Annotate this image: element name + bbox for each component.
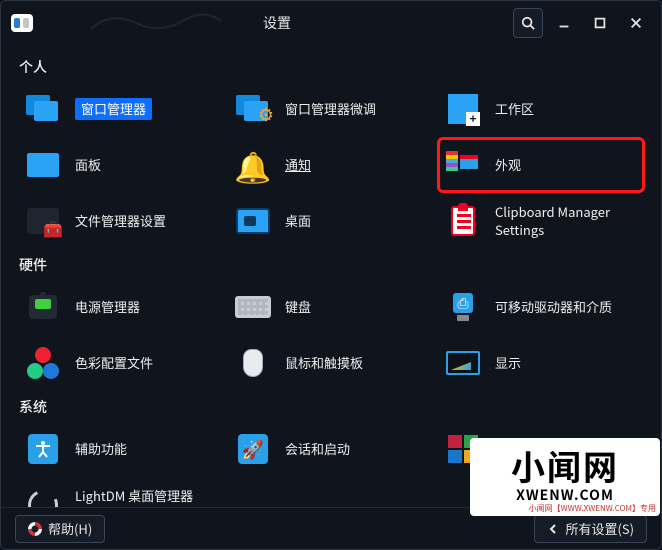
item-label: 窗口管理器 bbox=[75, 98, 152, 120]
item-label: 辅助功能 bbox=[75, 440, 127, 458]
app-icon bbox=[11, 14, 33, 32]
close-icon bbox=[629, 16, 643, 30]
watermark-tiny: 小闻网【WWW.XWENW.COM】专用 bbox=[529, 503, 656, 514]
clipboard-icon bbox=[443, 201, 483, 241]
section-hardware: 硬件 bbox=[19, 255, 643, 275]
desktop-icon bbox=[233, 201, 273, 241]
item-label: 通知 bbox=[285, 156, 311, 174]
item-label: 外观 bbox=[495, 156, 521, 174]
item-power-manager[interactable]: 电源管理器 bbox=[19, 281, 223, 333]
watermark-domain: XWENW.COM bbox=[516, 485, 614, 505]
item-label: 面板 bbox=[75, 156, 101, 174]
mouse-icon bbox=[233, 343, 273, 383]
item-panel[interactable]: 面板 bbox=[19, 139, 223, 191]
item-removable-drives[interactable]: 可移动驱动器和介质 bbox=[439, 281, 643, 333]
search-button[interactable] bbox=[513, 8, 543, 38]
item-file-manager-settings[interactable]: 文件管理器设置 bbox=[19, 195, 223, 247]
search-icon bbox=[521, 16, 535, 30]
grid-personal: 窗口管理器 窗口管理器微调 工作区 面板 🔔 通知 外观 bbox=[19, 83, 643, 247]
close-button[interactable] bbox=[621, 8, 651, 38]
item-keyboard[interactable]: 键盘 bbox=[229, 281, 433, 333]
bell-icon: 🔔 bbox=[233, 145, 273, 185]
minimize-icon bbox=[557, 16, 571, 30]
display-icon bbox=[443, 343, 483, 383]
item-label: 文件管理器设置 bbox=[75, 212, 166, 230]
item-label: 桌面 bbox=[285, 212, 311, 230]
item-color-profiles[interactable]: 色彩配置文件 bbox=[19, 337, 223, 389]
panel-icon bbox=[23, 145, 63, 185]
color-icon bbox=[23, 343, 63, 383]
item-label: 工作区 bbox=[495, 100, 534, 118]
usb-icon bbox=[443, 287, 483, 327]
item-label: 键盘 bbox=[285, 298, 311, 316]
help-button[interactable]: 帮助(H) bbox=[15, 515, 105, 543]
item-label: 窗口管理器微调 bbox=[285, 100, 376, 118]
window-manager-tweaks-icon bbox=[233, 89, 273, 129]
workspaces-icon bbox=[443, 89, 483, 129]
window-manager-icon bbox=[23, 89, 63, 129]
maximize-icon bbox=[593, 16, 607, 30]
item-appearance[interactable]: 外观 bbox=[439, 139, 643, 191]
item-label: 色彩配置文件 bbox=[75, 354, 153, 372]
maximize-button[interactable] bbox=[585, 8, 615, 38]
item-workspaces[interactable]: 工作区 bbox=[439, 83, 643, 135]
item-label: 会话和启动 bbox=[285, 440, 350, 458]
item-mouse-touchpad[interactable]: 鼠标和触摸板 bbox=[229, 337, 433, 389]
item-desktop[interactable]: 桌面 bbox=[229, 195, 433, 247]
item-label: 显示 bbox=[495, 354, 521, 372]
item-notifications[interactable]: 🔔 通知 bbox=[229, 139, 433, 191]
item-label: 鼠标和触摸板 bbox=[285, 354, 363, 372]
keyboard-icon bbox=[233, 287, 273, 327]
all-settings-label: 所有设置(S) bbox=[565, 519, 634, 538]
window-title: 设置 bbox=[47, 13, 507, 33]
all-settings-button[interactable]: 所有设置(S) bbox=[534, 515, 647, 543]
item-label: LightDM 桌面管理器（GTK+ 界面） bbox=[75, 487, 219, 507]
item-session-startup[interactable]: 🚀 会话和启动 bbox=[229, 423, 433, 475]
minimize-button[interactable] bbox=[549, 8, 579, 38]
grid-hardware: 电源管理器 键盘 可移动驱动器和介质 色彩配置文件 鼠标和触摸板 显示 bbox=[19, 281, 643, 389]
item-window-manager[interactable]: 窗口管理器 bbox=[19, 83, 223, 135]
section-system: 系统 bbox=[19, 397, 643, 417]
watermark-text: 小闻网 bbox=[511, 449, 619, 483]
help-label: 帮助(H) bbox=[48, 519, 92, 538]
item-clipboard-manager[interactable]: Clipboard Manager Settings bbox=[439, 195, 643, 247]
accessibility-icon bbox=[23, 429, 63, 469]
item-label: Clipboard Manager Settings bbox=[495, 203, 639, 238]
lightdm-icon bbox=[23, 485, 63, 507]
watermark-overlay: 小闻网 XWENW.COM 小闻网【WWW.XWENW.COM】专用 bbox=[470, 438, 660, 516]
file-manager-icon bbox=[23, 201, 63, 241]
item-label: 可移动驱动器和介质 bbox=[495, 298, 612, 316]
help-icon bbox=[28, 522, 42, 536]
item-lightdm-greeter[interactable]: LightDM 桌面管理器（GTK+ 界面） bbox=[19, 479, 223, 507]
item-label: 电源管理器 bbox=[75, 298, 140, 316]
titlebar: 设置 bbox=[1, 1, 661, 45]
appearance-icon bbox=[443, 145, 483, 185]
battery-icon bbox=[23, 287, 63, 327]
rocket-icon: 🚀 bbox=[233, 429, 273, 469]
item-window-manager-tweaks[interactable]: 窗口管理器微调 bbox=[229, 83, 433, 135]
item-accessibility[interactable]: 辅助功能 bbox=[19, 423, 223, 475]
item-display[interactable]: 显示 bbox=[439, 337, 643, 389]
back-arrow-icon bbox=[547, 523, 559, 535]
section-personal: 个人 bbox=[19, 57, 643, 77]
